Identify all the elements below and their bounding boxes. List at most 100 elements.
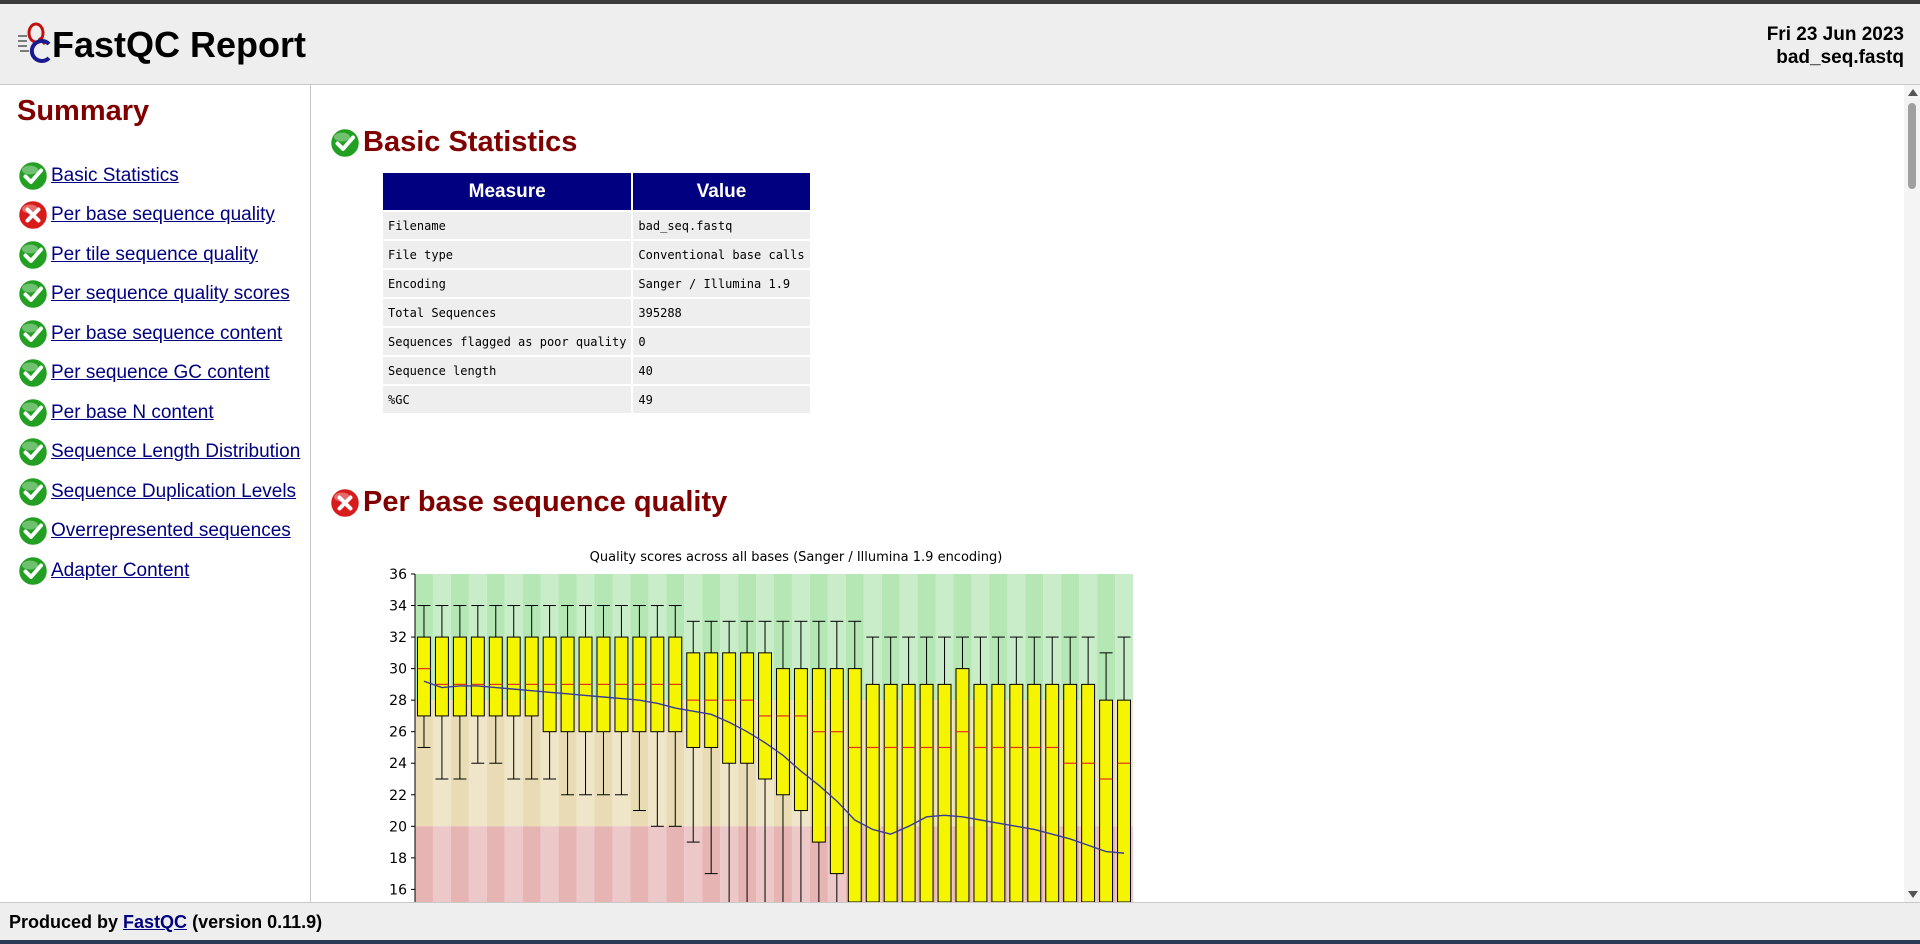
pass-check-icon	[17, 358, 49, 389]
fail-cross-icon	[329, 487, 361, 518]
summary-item[interactable]: Adapter Content	[17, 551, 300, 591]
quality-zone-poor	[450, 826, 469, 902]
column-header-value: Value	[633, 173, 810, 210]
summary-link-adapter-content[interactable]: Adapter Content	[51, 560, 189, 582]
quality-box	[488, 636, 503, 717]
quality-box	[722, 652, 737, 764]
quality-box	[865, 683, 880, 902]
pass-check-icon	[17, 318, 49, 349]
footer-prefix: Produced by	[9, 912, 119, 932]
summary-link-overrepresented-sequences[interactable]: Overrepresented sequences	[51, 520, 291, 542]
report-filename: bad_seq.fastq	[1776, 47, 1904, 68]
quality-box	[829, 668, 844, 875]
quality-box	[417, 636, 431, 717]
report-date: Fri 23 Jun 2023	[1766, 24, 1904, 45]
summary-link-basic-statistics[interactable]: Basic Statistics	[51, 165, 179, 187]
table-row: Total Sequences 395288	[383, 299, 810, 326]
quality-box	[901, 683, 916, 902]
value-cell: 40	[633, 357, 810, 384]
quality-box	[937, 683, 952, 902]
quality-box	[776, 668, 790, 796]
table-row: File type Conventional base calls	[383, 241, 810, 268]
basic-statistics-table: Measure Value Filename bad_seq.fastq File…	[381, 171, 812, 415]
quality-box	[1009, 683, 1024, 902]
quality-zone-poor	[415, 826, 433, 902]
quality-zone-poor	[576, 826, 595, 902]
quality-zone-poor	[594, 826, 613, 902]
vertical-scrollbar[interactable]	[1904, 85, 1920, 902]
summary-link-per-sequence-quality-scores[interactable]: Per sequence quality scores	[51, 283, 290, 305]
summary-link-per-sequence-gc-content[interactable]: Per sequence GC content	[51, 362, 270, 384]
report-footer: Produced by FastQC (version 0.11.9)	[0, 902, 1920, 941]
chart-title: Quality scores across all bases (Sanger …	[590, 550, 1003, 565]
quality-box	[740, 652, 755, 764]
y-tick-label: 34	[389, 599, 407, 615]
app-title: FastQC Report	[52, 24, 307, 65]
y-tick-label: 24	[389, 756, 407, 772]
scroll-up-arrow-icon[interactable]	[1908, 89, 1918, 96]
basic-statistics-title: Basic Statistics	[363, 126, 578, 158]
summary-item[interactable]: Sequence Duplication Levels	[17, 472, 300, 512]
pass-check-icon	[17, 239, 49, 270]
quality-zone-poor	[666, 826, 685, 902]
summary-item[interactable]: Per sequence quality scores	[17, 275, 300, 315]
summary-link-sequence-duplication-levels[interactable]: Sequence Duplication Levels	[51, 481, 296, 503]
summary-item[interactable]: Sequence Length Distribution	[17, 433, 300, 473]
quality-box	[811, 668, 826, 843]
table-row: Sequence length 40	[383, 357, 810, 384]
measure-cell: Sequence length	[383, 357, 632, 384]
table-header-row: Measure Value	[383, 173, 810, 210]
report-meta: Fri 23 Jun 2023 bad_seq.fastq	[1767, 23, 1904, 69]
quality-zone-poor	[540, 826, 559, 902]
quality-box	[991, 683, 1006, 902]
quality-box	[973, 683, 988, 902]
pass-check-icon	[17, 279, 49, 310]
quality-box	[955, 668, 970, 902]
quality-zone-poor	[612, 826, 631, 902]
summary-sidebar: Summary Basic Statistics Per base sequen…	[0, 85, 311, 902]
measure-cell: Filename	[383, 212, 632, 239]
summary-title: Summary	[17, 95, 150, 127]
table-row: Sequences flagged as poor quality 0	[383, 328, 810, 355]
scroll-thumb[interactable]	[1908, 103, 1916, 189]
y-tick-label: 18	[389, 851, 407, 867]
scroll-down-arrow-icon[interactable]	[1908, 891, 1918, 898]
summary-link-sequence-length-distribution[interactable]: Sequence Length Distribution	[51, 441, 300, 463]
fastqc-logo-icon	[18, 22, 51, 63]
summary-item[interactable]: Per sequence GC content	[17, 354, 300, 394]
pass-check-icon	[17, 160, 49, 191]
measure-cell: %GC	[383, 386, 632, 413]
pass-check-icon	[17, 397, 49, 428]
quality-box	[1099, 699, 1114, 902]
summary-link-per-base-sequence-content[interactable]: Per base sequence content	[51, 323, 282, 345]
quality-zone-poor	[504, 826, 523, 902]
quality-box	[1027, 683, 1042, 902]
summary-item[interactable]: Per base sequence content	[17, 314, 300, 354]
measure-cell: File type	[383, 241, 632, 268]
y-tick-label: 26	[389, 725, 407, 741]
y-tick-label: 28	[389, 693, 407, 709]
quality-box	[506, 636, 521, 717]
quality-zone-poor	[486, 826, 505, 902]
summary-item[interactable]: Per tile sequence quality	[17, 235, 300, 275]
footer-fastqc-link[interactable]: FastQC	[123, 912, 187, 932]
quality-boxplot-chart: Quality scores across all bases (Sanger …	[389, 550, 1133, 902]
summary-link-per-base-n-content[interactable]: Per base N content	[51, 402, 214, 424]
summary-link-per-tile-sequence-quality[interactable]: Per tile sequence quality	[51, 244, 258, 266]
y-tick-label: 36	[389, 567, 407, 583]
quality-box	[1045, 683, 1060, 902]
per-base-quality-title: Per base sequence quality	[363, 486, 728, 518]
quality-box	[919, 683, 934, 902]
measure-cell: Sequences flagged as poor quality	[383, 328, 632, 355]
summary-item[interactable]: Per base sequence quality	[17, 196, 300, 236]
summary-item[interactable]: Basic Statistics	[17, 156, 300, 196]
summary-link-per-base-sequence-quality[interactable]: Per base sequence quality	[51, 204, 275, 226]
y-tick-label: 22	[389, 788, 407, 804]
table-row: %GC 49	[383, 386, 810, 413]
value-cell: Conventional base calls	[633, 241, 810, 268]
summary-item[interactable]: Overrepresented sequences	[17, 512, 300, 552]
pass-check-icon	[329, 127, 361, 158]
report-header: FastQC Report Fri 23 Jun 2023 bad_seq.fa…	[0, 4, 1920, 85]
summary-item[interactable]: Per base N content	[17, 393, 300, 433]
quality-zone-poor	[468, 826, 487, 902]
